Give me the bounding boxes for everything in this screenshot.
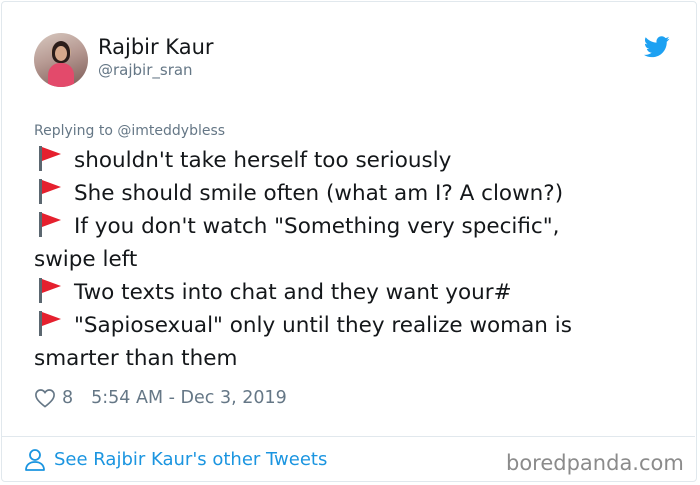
watermark: boredpanda.com (506, 451, 684, 475)
red-flag-icon (39, 146, 61, 171)
tweet-line-text: shouldn't take herself too seriously (74, 148, 452, 173)
person-icon (25, 449, 45, 471)
tweet-line: smarter than them (34, 342, 664, 375)
tweet-text: shouldn't take herself too seriously She… (34, 144, 664, 375)
see-other-tweets-label[interactable]: See Rajbir Kaur's other Tweets (54, 448, 327, 472)
tweet-line-text: If you don't watch "Something very speci… (74, 214, 560, 239)
tweet-timestamp[interactable]: 5:54 AM - Dec 3, 2019 (91, 386, 287, 410)
red-flag-icon (39, 278, 61, 303)
tweet-line: shouldn't take herself too seriously (34, 144, 664, 177)
red-flag-icon (39, 179, 61, 204)
heart-icon[interactable] (34, 388, 56, 408)
tweet-line: Two texts into chat and they want your# (34, 276, 664, 309)
author-handle[interactable]: @rajbir_sran (98, 60, 193, 80)
tweet-line: "Sapiosexual" only until they realize wo… (34, 309, 664, 342)
author-name[interactable]: Rajbir Kaur (98, 34, 214, 60)
tweet-line-text: swipe left (34, 247, 138, 272)
divider (1, 436, 695, 437)
tweet-line: She should smile often (what am I? A clo… (34, 177, 664, 210)
tweet-card: Rajbir Kaur @rajbir_sran Replying to @im… (1, 1, 697, 482)
twitter-bird-icon[interactable] (644, 36, 670, 58)
see-other-tweets-link[interactable]: See Rajbir Kaur's other Tweets (24, 448, 327, 472)
replying-to[interactable]: Replying to @imteddybless (34, 122, 225, 140)
tweet-line-text: "Sapiosexual" only until they realize wo… (74, 313, 572, 338)
red-flag-icon (39, 212, 61, 237)
tweet-line-text: smarter than them (34, 346, 238, 371)
tweet-line: swipe left (34, 243, 664, 276)
tweet-meta: 8 5:54 AM - Dec 3, 2019 (34, 386, 287, 410)
red-flag-icon (39, 311, 61, 336)
like-count[interactable]: 8 (62, 386, 73, 410)
tweet-line: If you don't watch "Something very speci… (34, 210, 664, 243)
tweet-line-text: She should smile often (what am I? A clo… (74, 181, 564, 206)
tweet-line-text: Two texts into chat and they want your# (74, 280, 512, 305)
avatar[interactable] (34, 33, 88, 87)
